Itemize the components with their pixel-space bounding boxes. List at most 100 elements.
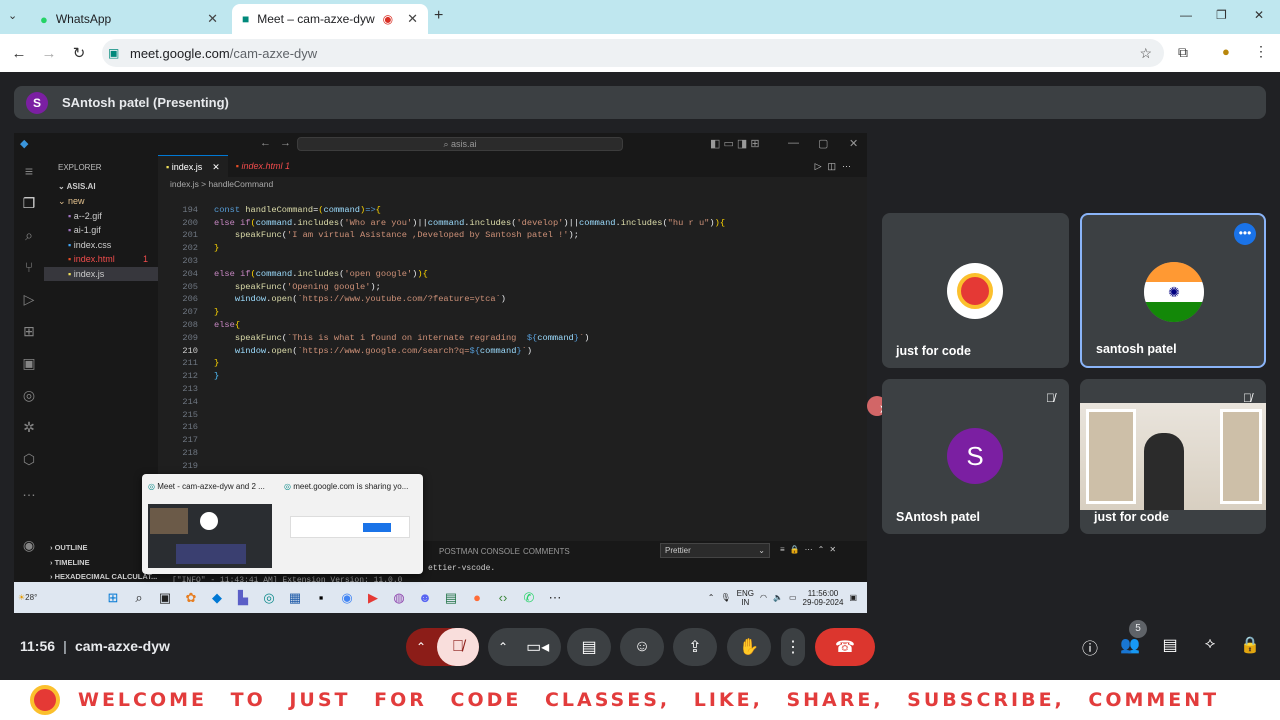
error-badge: 1 — [142, 254, 148, 264]
teams-icon: ▙ — [238, 589, 248, 605]
code-line: 215 — [182, 409, 198, 420]
breadcrumb: index.js > handleCommand — [170, 179, 274, 189]
browser-tab-strip: ⌄ ● WhatsApp ✕ ■ Meet – cam-azxe-dyw ◉ ✕… — [0, 0, 1280, 34]
reload-icon[interactable]: ↻ — [64, 44, 94, 62]
code-line: 210 window.open(`https://www.google.com/… — [182, 345, 533, 356]
meeting-details: 11:56 | cam-azxe-dyw — [20, 638, 170, 654]
meet-control-bar: 11:56 | cam-azxe-dyw ⌃ 🎙̸ ⌃ ▭◂ ▤ ☺ ⇪ ✋ ⋮ ☎… — [0, 620, 1280, 673]
vscode-titlebar: ◆ ← → ⌕ asis.ai ◧ ▭ ◨ ⊞ — ▢ ✕ — [14, 133, 867, 155]
browser-menu-icon[interactable]: ⋮ — [1254, 43, 1268, 60]
clock-date: 29-09-2024 — [802, 597, 844, 607]
github-desktop-icon: ◍ — [393, 589, 405, 605]
bookshelf — [1086, 409, 1136, 504]
code-line: 201 speakFunc('I am virtual Asistance ,D… — [182, 230, 579, 241]
html-icon: ▪ — [68, 254, 72, 264]
system-tray: ⌃ 🎙 ENG IN ◠ 🔈 ▭ 11:56:00 29-09-2024 ▣ — [708, 589, 867, 607]
chat-icon[interactable]: ▤ — [1158, 635, 1182, 659]
tab-whatsapp[interactable]: ● WhatsApp ✕ — [30, 4, 228, 34]
layout-icons: ◧ ▭ ◨ ⊞ — [710, 138, 760, 150]
search-icon: ⌕ — [443, 139, 452, 149]
code-line: 206 window.open(`https://www.youtube.com… — [182, 294, 506, 305]
search-icon: ⌕ — [25, 227, 33, 243]
participant-tile[interactable]: just for code — [882, 213, 1069, 368]
code-line: 203 — [182, 255, 198, 266]
start-icon: ⊞ — [107, 589, 119, 605]
leave-call-button[interactable]: ☎ — [815, 628, 875, 666]
profile-icon[interactable]: ● — [1222, 44, 1230, 59]
jfc-logo-icon — [957, 273, 993, 309]
minimize-window-icon[interactable]: — — [1180, 8, 1192, 22]
code-line: 209 speakFunc(`This is what i found on i… — [182, 332, 590, 343]
volume-icon: 🔈 — [772, 593, 783, 602]
person-silhouette — [1144, 433, 1184, 510]
raise-hand-button[interactable]: ✋ — [727, 628, 771, 666]
panel-output-text: ettier-vscode. — [428, 564, 496, 573]
vscode-icon: ◆ — [212, 589, 222, 605]
back-icon[interactable]: ← — [4, 45, 34, 62]
jfc-logo-icon — [30, 685, 60, 715]
restore-window-icon[interactable]: ❐ — [1216, 8, 1227, 22]
participant-name: just for code — [896, 344, 972, 358]
tree-label: index.html — [73, 254, 115, 264]
code-line: 204 else if(command.includes('open google… — [182, 268, 428, 279]
forward-icon[interactable]: → — [34, 45, 64, 62]
language-indicator: ENG IN — [737, 589, 754, 607]
extensions-icon[interactable]: ⧉ — [1178, 44, 1188, 61]
thumb-stop-button — [363, 523, 391, 532]
more-options-button[interactable]: ⋮ — [781, 628, 805, 666]
edge-icon: ◎ — [263, 589, 275, 605]
banner-text: WELCOME TO JUST FOR CODE CLASSES, LIKE, … — [78, 689, 1220, 711]
more-icon: … — [22, 483, 36, 499]
url-field[interactable]: ▣ meet.google.com/cam-azxe-dyw ☆ — [102, 39, 1164, 67]
camera-options-button[interactable]: ⌃ ▭◂ — [488, 628, 561, 666]
panel-actions: ≡🔒⋯⌃✕ — [780, 545, 842, 554]
participant-tile-active[interactable]: ✺ ••• santosh patel — [1080, 213, 1266, 368]
close-icon: ✕ — [849, 138, 859, 150]
code-line: 194 const handleCommand=(command)=>{ — [182, 204, 381, 215]
thumb-title-text: meet.google.com is sharing yo... — [293, 482, 409, 491]
site-info-icon[interactable]: ▣ — [108, 46, 119, 60]
participant-name: santosh patel — [1096, 342, 1177, 356]
participant-tile[interactable]: 🎙̸ S SAntosh patel — [882, 379, 1069, 534]
taskbar-thumbnail-popup: ◎ Meet - cam-azxe-dyw and 2 ... ◎ meet.g… — [142, 474, 423, 574]
more-options-icon[interactable]: ••• — [1234, 223, 1256, 245]
gif-icon: ▪ — [68, 210, 72, 221]
edge-icon: ◎ — [148, 482, 158, 491]
files-icon: ❐ — [22, 195, 36, 211]
captions-button[interactable]: ▤ — [567, 628, 611, 666]
close-window-icon[interactable]: ✕ — [1254, 8, 1264, 22]
code-line: 211} — [182, 358, 220, 369]
recording-icon: ◉ — [382, 12, 394, 26]
tab-list-chevron-icon[interactable]: ⌄ — [8, 9, 17, 22]
emoji-button[interactable]: ☺ — [620, 628, 664, 666]
people-icon[interactable]: 👥 — [1118, 635, 1142, 659]
postman-icon: ● — [473, 590, 481, 605]
mic-options-button[interactable]: ⌃ 🎙̸ — [406, 628, 479, 666]
new-tab-icon[interactable]: + — [434, 7, 443, 25]
mic-off-button[interactable]: 🎙̸ — [437, 628, 479, 666]
close-tab-icon[interactable]: ✕ — [207, 11, 218, 27]
tree-label: ai-1.gif — [73, 225, 101, 235]
host-controls-icon[interactable]: 🔒 — [1238, 635, 1262, 659]
command-search: ⌕ asis.ai — [297, 137, 623, 151]
participant-tile[interactable]: 🎙̸ just for code — [1080, 379, 1266, 534]
more-vert-icon: ⋮ — [785, 639, 801, 656]
menu-icon: ≡ — [24, 163, 34, 179]
editor-actions: ▷◫⋯ — [814, 161, 857, 171]
activities-icon[interactable]: ⟡ — [1198, 635, 1222, 659]
tree-item-indexjs: ▪ index.js — [44, 266, 158, 281]
clock-time: 11:56:00 — [807, 588, 839, 598]
html-icon: ▪ — [235, 161, 239, 171]
close-tab-icon[interactable]: ✕ — [407, 11, 418, 27]
thumb-share-preview — [290, 516, 410, 538]
tab-meet[interactable]: ■ Meet – cam-azxe-dyw ◉ ✕ — [232, 4, 428, 34]
github-icon: ◎ — [22, 387, 36, 403]
bookmark-star-icon[interactable]: ☆ — [1139, 45, 1152, 62]
mic-off-icon: 🎙̸ — [1243, 391, 1252, 405]
info-icon[interactable]: ⓘ — [1078, 635, 1102, 659]
camera-icon: ▭◂ — [526, 639, 550, 656]
hang-up-icon: ☎ — [835, 639, 855, 656]
docker-icon: ⬡ — [22, 451, 36, 467]
present-button[interactable]: ⇪ — [673, 628, 717, 666]
tree-label: index.js — [73, 268, 105, 279]
